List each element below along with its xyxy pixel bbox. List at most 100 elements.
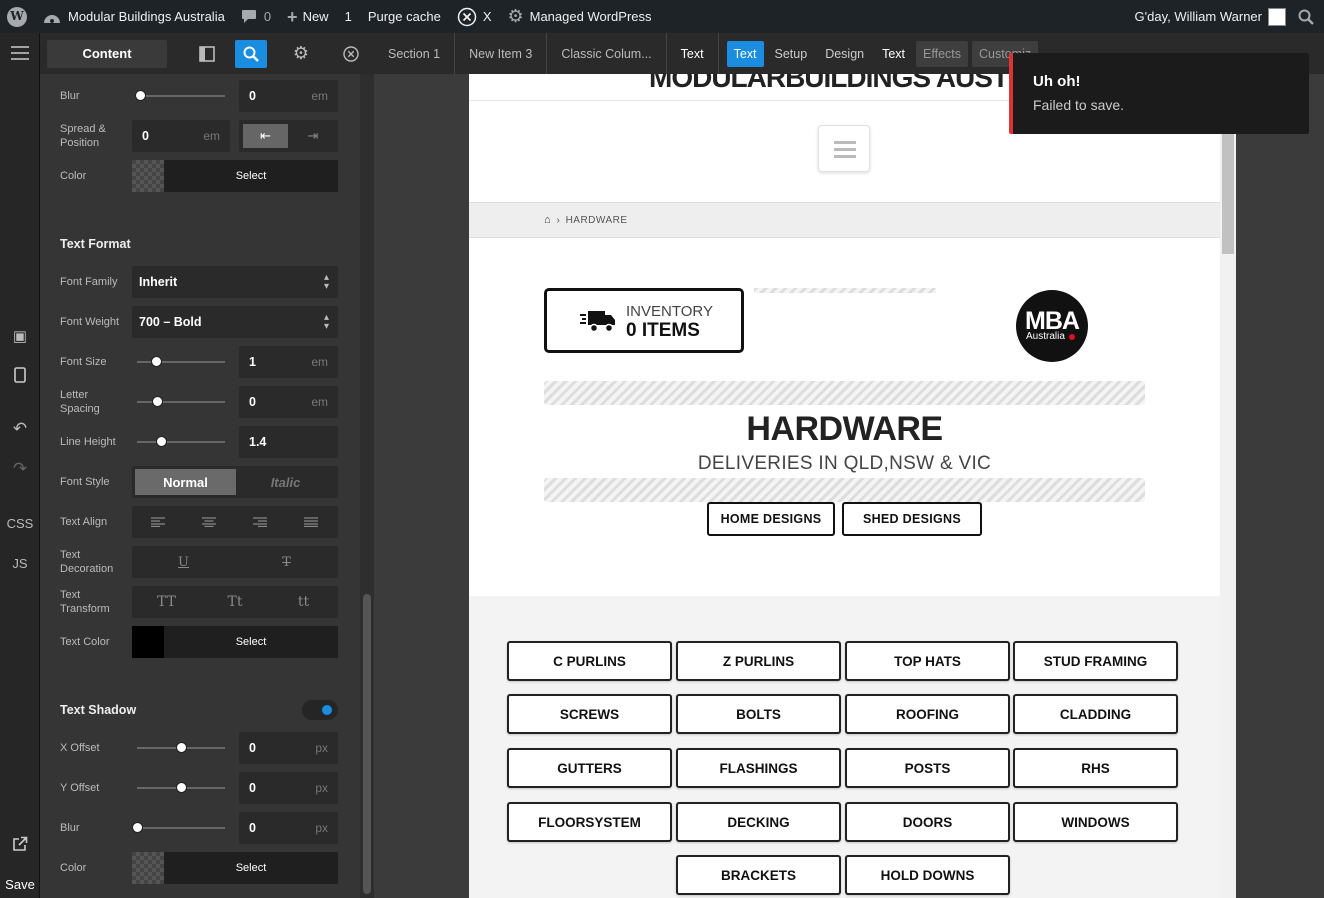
category-button[interactable]: C PURLINS: [507, 641, 672, 681]
purge-cache-link[interactable]: Purge cache: [360, 0, 449, 33]
color-swatch[interactable]: [132, 160, 164, 192]
slider-knob[interactable]: [132, 822, 143, 833]
breadcrumb-item-current[interactable]: Text: [667, 33, 719, 74]
slider-knob[interactable]: [151, 356, 163, 367]
home-designs-button[interactable]: HOME DESIGNS: [707, 502, 835, 536]
menu-button[interactable]: [0, 35, 40, 71]
font-weight-select[interactable]: 700 – Bold ▴ ▾: [132, 306, 338, 338]
text-shadow-blur-slider[interactable]: [132, 822, 225, 833]
text-color-picker[interactable]: Select: [132, 626, 338, 658]
color-swatch[interactable]: [132, 852, 164, 884]
css-button[interactable]: CSS: [0, 505, 40, 541]
category-button[interactable]: GUTTERS: [507, 748, 672, 788]
inset-button[interactable]: ⇥: [292, 124, 334, 148]
new-content-link[interactable]: + New: [279, 0, 337, 33]
save-button[interactable]: Save: [0, 870, 40, 898]
updates-link[interactable]: 1: [337, 0, 360, 33]
align-left-button[interactable]: [132, 506, 183, 538]
letter-spacing-slider[interactable]: [137, 396, 225, 407]
breadcrumb-item[interactable]: Classic Colum...: [547, 33, 667, 74]
category-button[interactable]: FLOORSYSTEM: [507, 802, 672, 842]
js-button[interactable]: JS: [0, 545, 40, 581]
tab-content[interactable]: Content: [47, 39, 167, 68]
category-button[interactable]: DOORS: [845, 802, 1010, 842]
font-style-italic-button[interactable]: Italic: [236, 469, 335, 495]
lowercase-button[interactable]: tt: [269, 586, 338, 618]
category-button[interactable]: FLASHINGS: [676, 748, 841, 788]
scrollbar-thumb[interactable]: [1222, 134, 1234, 254]
shed-designs-button[interactable]: SHED DESIGNS: [842, 502, 982, 536]
capitalize-button[interactable]: Tt: [201, 586, 269, 618]
category-button[interactable]: HOLD DOWNS: [845, 855, 1010, 895]
tab-setup[interactable]: Setup: [768, 41, 815, 67]
outset-button[interactable]: ⇤: [243, 124, 288, 148]
category-button[interactable]: RHS: [1013, 748, 1178, 788]
x-theme-link[interactable]: X: [449, 0, 500, 33]
font-size-slider[interactable]: [137, 356, 225, 367]
align-justify-button[interactable]: [285, 506, 336, 538]
tab-text[interactable]: Text: [726, 40, 764, 67]
inventory-button[interactable]: INVENTORY 0 ITEMS: [544, 288, 744, 353]
layout-toggle-button[interactable]: [191, 40, 223, 68]
spread-input[interactable]: 0 em: [132, 120, 230, 152]
breadcrumb-item[interactable]: New Item 3: [455, 33, 548, 74]
y-offset-input[interactable]: 0 px: [239, 772, 338, 804]
align-right-button[interactable]: [234, 506, 285, 538]
inspector-scrollbar[interactable]: [360, 74, 374, 898]
element-library-button[interactable]: ▣: [0, 318, 40, 354]
category-button[interactable]: Z PURLINS: [676, 641, 841, 681]
home-icon[interactable]: ⌂: [544, 214, 551, 226]
managed-wordpress-link[interactable]: ⚙ Managed WordPress: [499, 0, 659, 33]
site-name-link[interactable]: Modular Buildings Australia: [35, 0, 233, 33]
underline-button[interactable]: U: [132, 546, 235, 578]
select-color-button[interactable]: Select: [164, 160, 338, 192]
slider-knob[interactable]: [152, 396, 164, 407]
strikethrough-button[interactable]: T: [235, 546, 338, 578]
slider-knob[interactable]: [155, 436, 167, 447]
category-button[interactable]: ROOFING: [845, 694, 1010, 734]
mobile-menu-button[interactable]: [818, 125, 870, 172]
undo-button[interactable]: ↶: [0, 411, 40, 447]
x-offset-slider[interactable]: [137, 742, 225, 753]
breadcrumb-item[interactable]: Section 1: [374, 33, 456, 74]
settings-button[interactable]: ⚙: [285, 40, 317, 68]
category-button[interactable]: CLADDING: [1013, 694, 1178, 734]
slider-knob[interactable]: [176, 742, 187, 753]
line-height-slider[interactable]: [137, 436, 225, 447]
category-button[interactable]: BOLTS: [676, 694, 841, 734]
slider-knob[interactable]: [134, 90, 146, 101]
account-menu[interactable]: G'day, William Warner: [1127, 0, 1294, 33]
external-link-button[interactable]: [0, 826, 40, 862]
text-shadow-color-picker[interactable]: Select: [132, 852, 338, 884]
responsive-button[interactable]: [0, 357, 40, 393]
category-button[interactable]: POSTS: [845, 748, 1010, 788]
text-shadow-toggle[interactable]: [302, 700, 338, 720]
wordpress-logo-button[interactable]: [0, 0, 35, 33]
text-shadow-blur-input[interactable]: 0 px: [239, 812, 338, 844]
comments-link[interactable]: 0: [233, 0, 279, 33]
font-style-normal-button[interactable]: Normal: [135, 469, 236, 495]
scrollbar-thumb[interactable]: [363, 594, 371, 894]
category-button[interactable]: TOP HATS: [845, 641, 1010, 681]
box-shadow-blur-input[interactable]: 0 em: [239, 80, 338, 112]
select-color-button[interactable]: Select: [164, 626, 338, 658]
category-button[interactable]: WINDOWS: [1013, 802, 1178, 842]
tab-design[interactable]: Design: [818, 41, 871, 67]
redo-button[interactable]: ↷: [0, 451, 40, 487]
align-center-button[interactable]: [183, 506, 234, 538]
category-button[interactable]: DECKING: [676, 802, 841, 842]
box-shadow-color-picker[interactable]: Select: [132, 160, 338, 192]
x-offset-input[interactable]: 0 px: [239, 732, 338, 764]
box-shadow-blur-slider[interactable]: [134, 90, 225, 101]
font-size-input[interactable]: 1 em: [239, 346, 338, 378]
category-button[interactable]: SCREWS: [507, 694, 672, 734]
search-button[interactable]: [235, 39, 267, 68]
line-height-input[interactable]: 1.4: [239, 426, 338, 458]
category-button[interactable]: BRACKETS: [676, 855, 841, 895]
category-button[interactable]: STUD FRAMING: [1013, 641, 1178, 681]
color-swatch[interactable]: [132, 626, 164, 658]
slider-knob[interactable]: [176, 782, 187, 793]
tab-effects[interactable]: Effects: [916, 40, 969, 67]
letter-spacing-input[interactable]: 0 em: [239, 386, 338, 418]
preview-scrollbar[interactable]: [1220, 74, 1236, 898]
